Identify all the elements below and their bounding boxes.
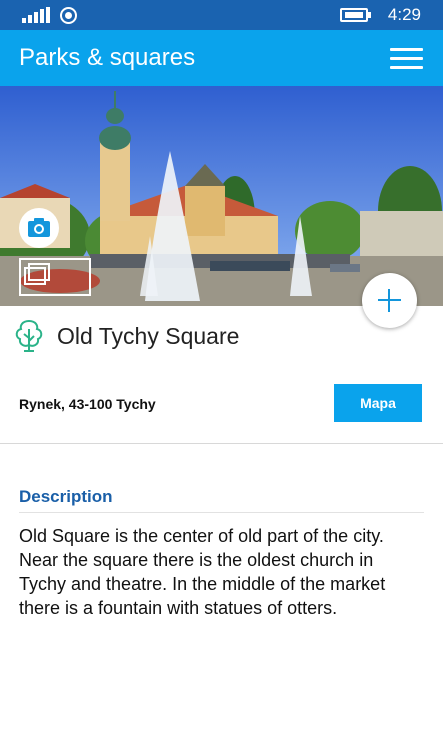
description-text: Old Square is the center of old part of … [19,526,386,618]
page-title: Parks & squares [19,44,196,71]
place-address: Rynek, 43-100 Tychy [19,396,156,412]
signal-icon [22,7,50,23]
gallery-button[interactable] [19,258,91,296]
place-photo [0,86,443,306]
description-heading: Description [19,487,113,506]
battery-icon [340,8,371,22]
camera-button[interactable] [19,208,59,248]
status-time: 4:29 [387,5,421,24]
tree-icon [15,319,43,352]
camera-icon [28,218,50,237]
section-divider [0,443,443,444]
add-button[interactable] [362,273,417,328]
place-name: Old Tychy Square [57,323,240,349]
map-button[interactable]: Mapa [334,384,422,422]
description-divider [19,512,424,513]
menu-icon[interactable] [390,48,423,70]
app-bar: Parks & squares [0,30,443,86]
gallery-icon [24,263,50,285]
record-icon [60,7,77,24]
status-bar: 4:29 [0,0,443,30]
